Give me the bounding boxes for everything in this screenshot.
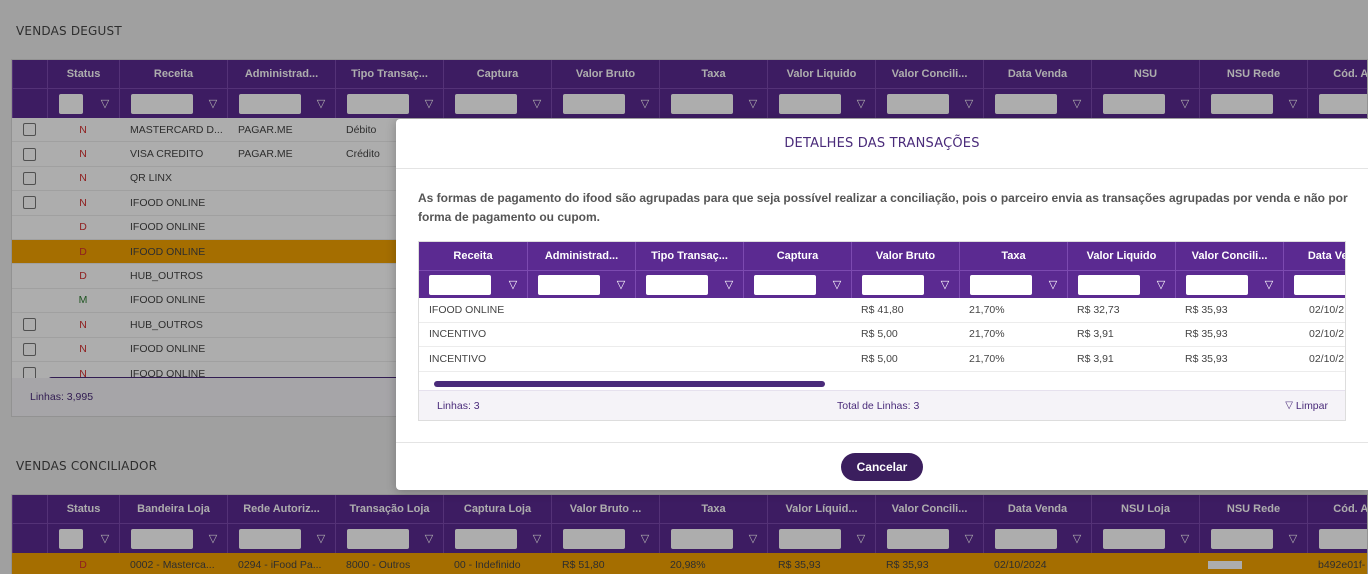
row-count: Linhas: 3	[437, 399, 480, 412]
data-cell	[743, 323, 851, 347]
modal-divider	[396, 442, 1368, 443]
column-header[interactable]: Administrad...	[527, 242, 635, 270]
column-header[interactable]: Valor Liquido	[1067, 242, 1175, 270]
data-cell	[635, 323, 743, 347]
filter-input[interactable]	[754, 274, 816, 295]
clear-filters-label: Limpar	[1295, 399, 1328, 412]
column-filter: ▽	[1175, 271, 1283, 298]
data-cell	[635, 298, 743, 322]
data-cell: 21,70%	[969, 328, 1005, 341]
data-cell: 02/10/2	[1309, 303, 1345, 316]
filter-input[interactable]	[862, 274, 924, 295]
data-cell: 21,70%	[969, 303, 1005, 316]
data-cell: 02/10/2	[1309, 352, 1345, 365]
column-filter: ▽	[1067, 271, 1175, 298]
filter-input[interactable]	[1294, 274, 1345, 295]
filter-input[interactable]	[538, 274, 600, 295]
filter-icon[interactable]: ▽	[939, 278, 951, 291]
data-cell: R$ 32,73	[1077, 303, 1120, 316]
table-row[interactable]: INCENTIVO R$ 5,00 21,70% R$ 3,91 R$ 35,93 02/…	[419, 347, 1345, 372]
data-cell: R$ 5,00	[861, 352, 898, 365]
column-header[interactable]: Valor Bruto	[851, 242, 959, 270]
data-cell	[635, 347, 743, 371]
filter-icon: ▽	[1285, 400, 1293, 411]
data-cell: INCENTIVO	[429, 352, 487, 365]
filter-icon[interactable]: ▽	[507, 278, 519, 291]
filter-icon[interactable]: ▽	[1047, 278, 1059, 291]
cancel-button[interactable]: Cancelar	[841, 453, 923, 481]
data-cell: R$ 41,80	[861, 303, 904, 316]
column-filter: ▽	[851, 271, 959, 298]
column-header[interactable]: Receita	[419, 242, 527, 270]
total-rows: Total de Linhas: 3	[837, 399, 920, 412]
column-filter: ▽	[1283, 271, 1345, 298]
table-row[interactable]: INCENTIVO R$ 5,00 21,70% R$ 3,91 R$ 35,93 02/…	[419, 323, 1345, 347]
grid-filter-row: ▽ ▽ ▽ ▽ ▽ ▽ ▽ ▽ ▽	[419, 270, 1345, 298]
data-cell	[527, 323, 635, 347]
grid-header: Receita Administrad... Tipo Transaç... Capt…	[419, 242, 1345, 270]
column-filter: ▽	[743, 271, 851, 298]
data-cell	[743, 347, 851, 371]
column-header[interactable]: Data Venda	[1283, 242, 1345, 270]
grid-footer: Linhas: 3 Total de Linhas: 3 ▽ Limpar	[419, 390, 1345, 420]
modal-description: As formas de pagamento do ifood são agru…	[418, 191, 1348, 224]
data-cell: R$ 35,93	[1185, 352, 1228, 365]
filter-icon[interactable]: ▽	[1263, 278, 1275, 291]
clear-filters-button[interactable]: ▽ Limpar	[1285, 400, 1328, 412]
filter-icon[interactable]: ▽	[1155, 278, 1167, 291]
filter-input[interactable]	[1186, 274, 1248, 295]
transaction-details-grid: Receita Administrad... Tipo Transaç... Capt…	[418, 241, 1346, 421]
data-cell: 02/10/2	[1309, 328, 1345, 341]
data-cell	[743, 298, 851, 322]
column-filter: ▽	[635, 271, 743, 298]
horizontal-scrollbar[interactable]	[434, 381, 825, 387]
column-header[interactable]: Captura	[743, 242, 851, 270]
column-header[interactable]: Valor Concili...	[1175, 242, 1283, 270]
filter-input[interactable]	[646, 274, 708, 295]
filter-icon[interactable]: ▽	[723, 278, 735, 291]
filter-icon[interactable]: ▽	[831, 278, 843, 291]
data-cell	[527, 298, 635, 322]
transaction-details-modal: DETALHES DAS TRANSAÇÕES As formas de pag…	[396, 119, 1368, 490]
column-filter: ▽	[959, 271, 1067, 298]
modal-title: DETALHES DAS TRANSAÇÕES	[396, 119, 1368, 169]
data-cell: R$ 3,91	[1077, 328, 1114, 341]
data-cell: R$ 5,00	[861, 328, 898, 341]
filter-input[interactable]	[1078, 274, 1140, 295]
column-header[interactable]: Tipo Transaç...	[635, 242, 743, 270]
data-cell: IFOOD ONLINE	[429, 303, 505, 316]
filter-input[interactable]	[970, 274, 1032, 295]
filter-icon[interactable]: ▽	[615, 278, 627, 291]
data-cell: INCENTIVO	[429, 328, 487, 341]
data-cell: R$ 35,93	[1185, 303, 1228, 316]
column-filter: ▽	[527, 271, 635, 298]
data-cell: 21,70%	[969, 352, 1005, 365]
data-cell	[527, 347, 635, 371]
column-filter: ▽	[419, 271, 527, 298]
data-cell: R$ 35,93	[1185, 328, 1228, 341]
grid-body: IFOOD ONLINE R$ 41,80 21,70% R$ 32,73 R$ 35,…	[419, 298, 1345, 372]
data-cell: R$ 3,91	[1077, 352, 1114, 365]
column-header[interactable]: Taxa	[959, 242, 1067, 270]
table-row[interactable]: IFOOD ONLINE R$ 41,80 21,70% R$ 32,73 R$ 35,…	[419, 298, 1345, 323]
filter-input[interactable]	[429, 274, 491, 295]
